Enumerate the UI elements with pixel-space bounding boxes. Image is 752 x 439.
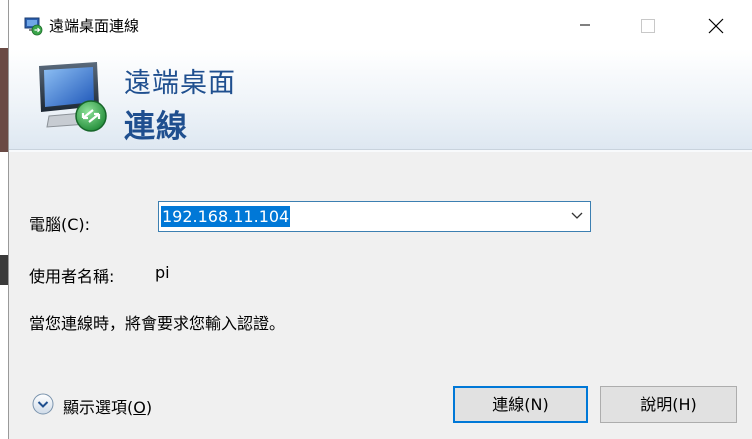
background-strip [0,152,8,242]
computer-label: 電腦(C): [29,215,91,234]
maximize-icon [641,19,655,33]
connect-button[interactable]: 連線(N) [453,386,588,423]
minimize-icon [580,24,590,26]
credential-note: 當您連線時，將會要求您輸入認證。 [29,314,286,333]
remote-desktop-monitor-icon [39,62,107,132]
header-banner [9,49,752,152]
background-desktop [0,0,8,439]
title-bar[interactable]: 遠端桌面連線 [9,0,752,49]
background-strip [0,48,8,152]
close-button[interactable] [692,0,738,49]
username-label: 使用者名稱: [29,267,115,286]
maximize-button[interactable] [625,0,671,49]
rdp-dialog: 遠端桌面連線 遠端桌面 連線 電腦(C): 192.168.11.104 使用者… [8,0,752,439]
banner-title-line1: 遠端桌面 [124,68,236,99]
username-value: pi [155,263,170,282]
banner-title-line2: 連線 [124,109,188,145]
show-options-toggle[interactable]: 顯示選項(O) [29,392,189,418]
minimize-button[interactable] [562,0,608,49]
computer-combobox[interactable]: 192.168.11.104 [158,201,591,232]
show-options-label[interactable]: 顯示選項(O) [63,394,152,418]
chevron-down-icon[interactable] [570,210,584,222]
remote-desktop-icon [24,17,43,36]
window-title: 遠端桌面連線 [49,17,140,35]
close-icon [708,18,724,34]
help-button[interactable]: 說明(H) [600,386,737,423]
banner-divider [9,150,752,152]
expand-circle-icon[interactable] [32,393,54,415]
background-strip [0,255,8,285]
computer-input[interactable]: 192.168.11.104 [161,206,291,227]
